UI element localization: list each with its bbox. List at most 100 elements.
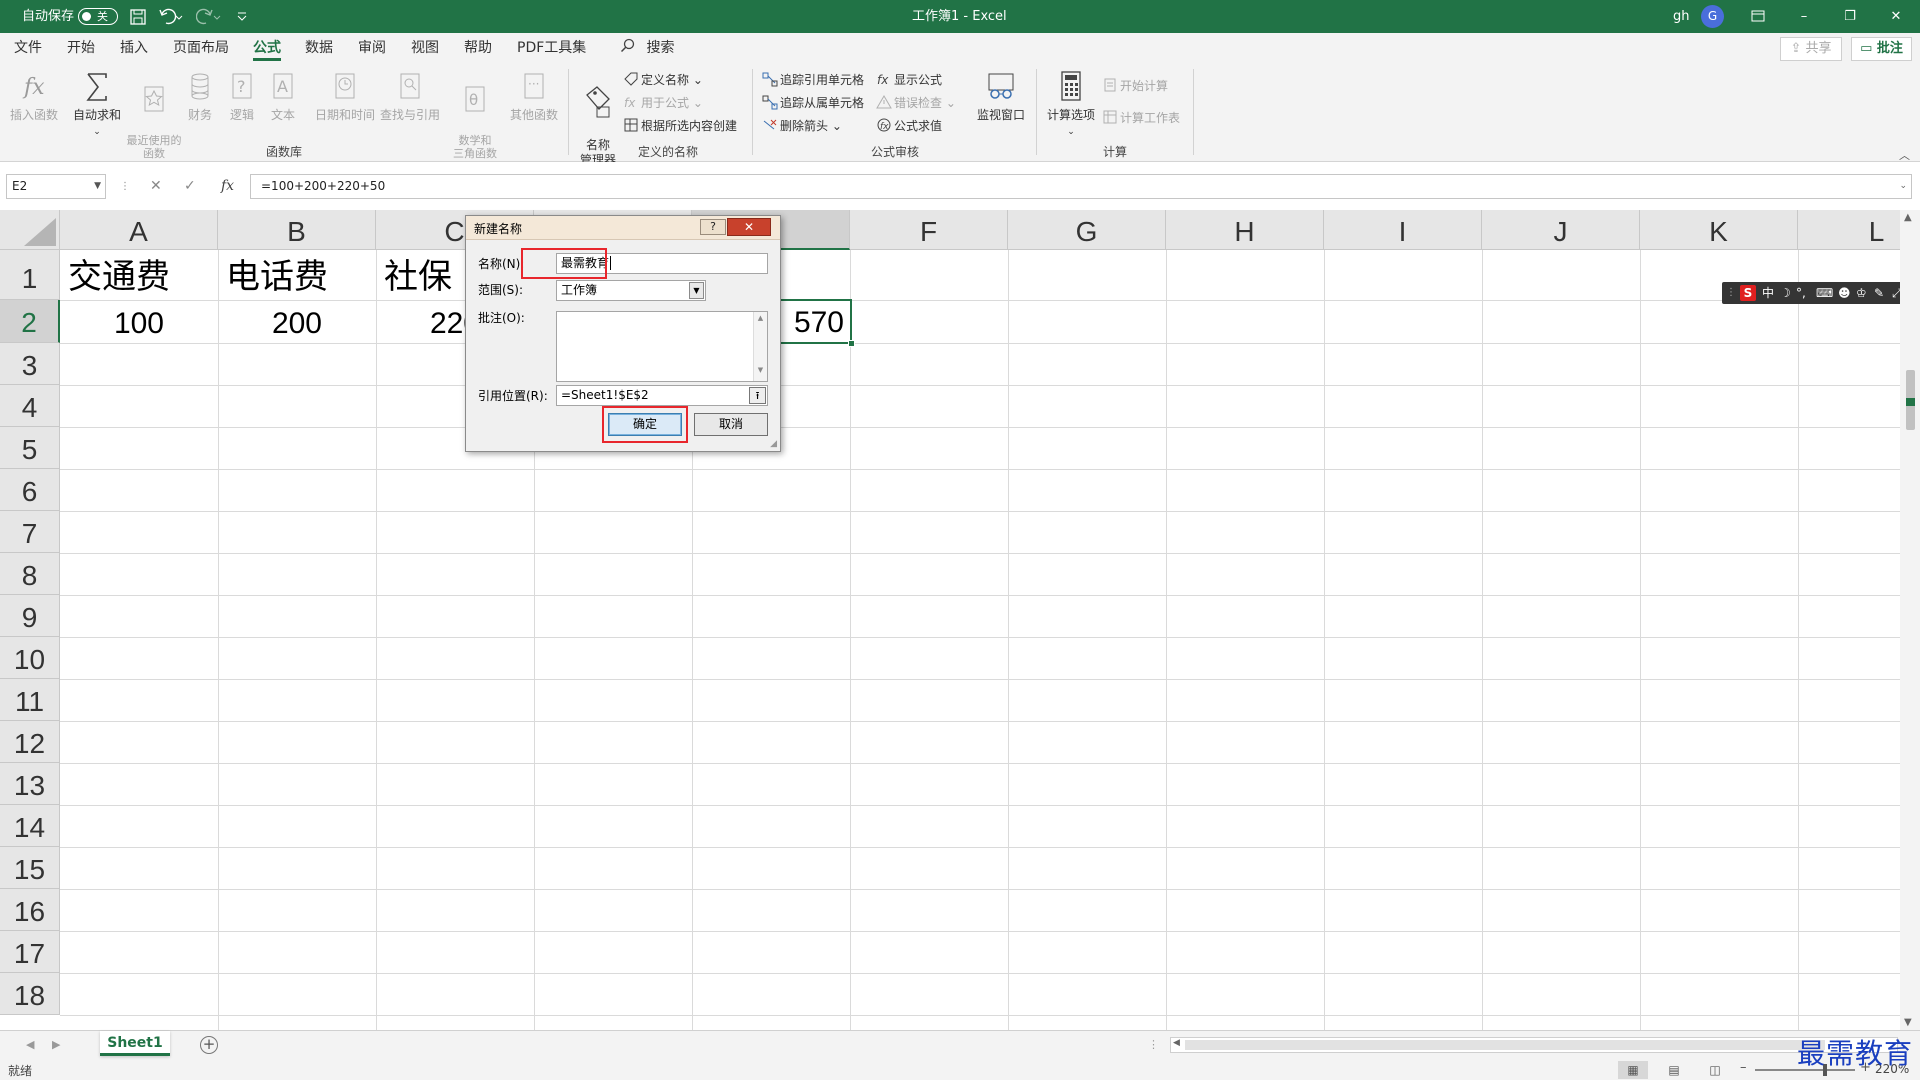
user-icon[interactable]: ☻: [1838, 282, 1851, 304]
help-button[interactable]: ?: [700, 219, 726, 235]
wrench-icon[interactable]: ✎: [1874, 282, 1884, 304]
row-header[interactable]: 3: [0, 343, 60, 385]
share-button[interactable]: ⇪ 共享: [1780, 37, 1842, 61]
financial-button[interactable]: 财务: [180, 68, 220, 123]
tab-file[interactable]: 文件: [14, 33, 42, 63]
row-header[interactable]: 4: [0, 385, 60, 427]
row-header[interactable]: 15: [0, 847, 60, 889]
name-manager-button[interactable]: 名称 管理器: [572, 68, 624, 168]
ime-mode-label[interactable]: 中: [1762, 282, 1774, 304]
scroll-down-icon[interactable]: ▼: [1904, 1017, 1912, 1028]
moon-icon[interactable]: ☽: [1780, 282, 1791, 304]
column-header[interactable]: B: [218, 210, 376, 250]
scroll-left-icon[interactable]: ◀: [1173, 1038, 1180, 1048]
calculation-options-button[interactable]: 计算选项 ⌄: [1042, 68, 1100, 140]
row-header[interactable]: 7: [0, 511, 60, 553]
row-header[interactable]: 2: [0, 300, 60, 343]
error-checking-button[interactable]: 错误检查 ⌄: [876, 92, 956, 114]
tab-view[interactable]: 视图: [411, 33, 439, 63]
dialog-close-button[interactable]: ✕: [727, 218, 771, 236]
column-header[interactable]: L: [1798, 210, 1900, 250]
next-sheet-icon[interactable]: ▶: [52, 1038, 60, 1051]
sheet-tab-sheet1[interactable]: Sheet1: [100, 1031, 170, 1056]
watch-window-button[interactable]: 监视窗口: [972, 68, 1030, 123]
punctuation-icon[interactable]: °,: [1796, 282, 1806, 304]
keyboard-icon[interactable]: ⌨: [1816, 282, 1833, 304]
recently-used-button[interactable]: 最近使用的 函数: [125, 68, 183, 160]
row-header[interactable]: 14: [0, 805, 60, 847]
formula-input[interactable]: =100+200+220+50 ⌄: [250, 174, 1912, 199]
redo-icon[interactable]: [196, 0, 222, 33]
restore-button[interactable]: ❐: [1827, 0, 1873, 33]
collapse-ribbon-icon[interactable]: ︿: [1899, 147, 1910, 163]
confirm-entry-icon[interactable]: ✓: [184, 174, 196, 199]
row-header[interactable]: 10: [0, 637, 60, 679]
zoom-out-icon[interactable]: –: [1740, 1060, 1747, 1075]
cancel-button[interactable]: 取消: [694, 413, 768, 436]
textarea-scrollbar[interactable]: ▲ ▼: [753, 312, 767, 381]
calculate-now-button[interactable]: 开始计算: [1102, 75, 1168, 97]
splitter-icon[interactable]: ⋮: [1148, 1038, 1159, 1051]
scope-select[interactable]: 工作簿 ▼: [556, 280, 706, 301]
save-icon[interactable]: [130, 0, 146, 33]
tab-data[interactable]: 数据: [305, 33, 333, 63]
scrollbar-thumb[interactable]: [1185, 1040, 1825, 1050]
row-header[interactable]: 5: [0, 427, 60, 469]
tab-formulas[interactable]: 公式: [253, 33, 281, 63]
lookup-reference-button[interactable]: 查找与引用: [378, 68, 442, 123]
worksheet-grid[interactable]: A B C D E F G H I J K L 1 2 3 4 5 6 7 8 …: [0, 210, 1900, 1030]
cancel-entry-icon[interactable]: ✕: [150, 174, 162, 199]
column-header[interactable]: I: [1324, 210, 1482, 250]
refers-to-input[interactable]: =Sheet1!$E$2 ⭱: [556, 385, 768, 406]
name-box[interactable]: E2 ▼: [6, 174, 106, 199]
row-header[interactable]: 17: [0, 931, 60, 973]
tab-help[interactable]: 帮助: [464, 33, 492, 63]
comments-button[interactable]: ▭ 批注: [1851, 37, 1912, 61]
show-formulas-button[interactable]: fx 显示公式: [876, 69, 942, 91]
row-header[interactable]: 1: [0, 250, 60, 300]
chevron-down-icon[interactable]: ▼: [689, 282, 704, 299]
column-header[interactable]: H: [1166, 210, 1324, 250]
undo-icon[interactable]: [158, 0, 184, 33]
evaluate-formula-button[interactable]: fx 公式求值: [876, 115, 942, 137]
shirt-icon[interactable]: ♔: [1856, 282, 1867, 304]
logical-button[interactable]: ? 逻辑: [222, 68, 262, 123]
calculate-sheet-button[interactable]: 计算工作表: [1102, 107, 1180, 129]
row-header[interactable]: 9: [0, 595, 60, 637]
select-all-button[interactable]: [0, 210, 60, 250]
tab-pdf-tools[interactable]: PDF工具集: [517, 33, 586, 63]
cell-A1[interactable]: 交通费: [62, 255, 218, 299]
search-box[interactable]: 搜索: [620, 33, 674, 63]
cell-B1[interactable]: 电话费: [220, 255, 376, 299]
scroll-up-icon[interactable]: ▲: [1904, 212, 1912, 223]
minimize-button[interactable]: –: [1781, 0, 1827, 33]
fill-handle[interactable]: [848, 340, 855, 347]
cell-B2[interactable]: 200: [218, 301, 328, 343]
row-header[interactable]: 6: [0, 469, 60, 511]
customize-qat-icon[interactable]: [236, 0, 248, 33]
use-in-formula-button[interactable]: fx 用于公式 ⌄: [623, 92, 703, 114]
create-from-selection-button[interactable]: 根据所选内容创建: [623, 115, 737, 137]
column-header[interactable]: G: [1008, 210, 1166, 250]
trace-precedents-button[interactable]: 追踪引用单元格: [762, 69, 864, 91]
normal-view-icon[interactable]: ▦: [1618, 1061, 1648, 1079]
ribbon-display-icon[interactable]: [1735, 0, 1781, 33]
column-header[interactable]: F: [850, 210, 1008, 250]
cell-A2[interactable]: 100: [60, 301, 170, 343]
text-button[interactable]: A 文本: [263, 68, 303, 123]
ime-toolbar[interactable]: ⋮⋮ S 中 ☽ °, ⌨ ☻ ♔ ✎ ⤢ ⋮: [1722, 282, 1920, 304]
tab-review[interactable]: 审阅: [358, 33, 386, 63]
insert-function-button[interactable]: fx 插入函数: [5, 68, 63, 123]
horizontal-scrollbar[interactable]: ◀: [1170, 1037, 1898, 1053]
row-header[interactable]: 12: [0, 721, 60, 763]
column-header[interactable]: A: [60, 210, 218, 250]
date-time-button[interactable]: 日期和时间: [314, 68, 376, 123]
page-layout-view-icon[interactable]: ▤: [1659, 1061, 1689, 1079]
avatar[interactable]: G: [1701, 5, 1724, 28]
prev-sheet-icon[interactable]: ◀: [26, 1038, 34, 1051]
column-header[interactable]: J: [1482, 210, 1640, 250]
expand-formula-bar-icon[interactable]: ⌄: [1899, 175, 1907, 198]
row-header[interactable]: 11: [0, 679, 60, 721]
resize-grip-icon[interactable]: ◢: [770, 439, 777, 449]
collapse-dialog-icon[interactable]: ⭱: [749, 387, 766, 404]
